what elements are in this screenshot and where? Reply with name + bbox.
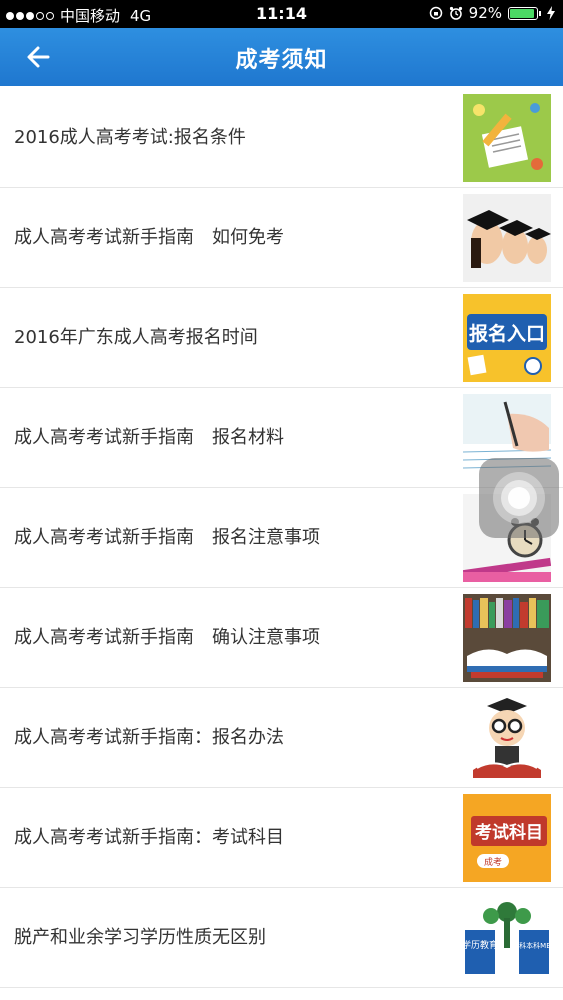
alarm-icon (449, 6, 462, 20)
charging-bolt-icon (547, 6, 555, 20)
thumb-text-left: 学历教育 (463, 939, 498, 951)
battery-percent: 92% (468, 4, 502, 22)
status-bar: 中国移动 4G 11:14 92% (0, 0, 563, 28)
article-title: 成人高考考试新手指南 确认注意事项 (14, 627, 320, 648)
thumb-text-right: 专科本科MBA (512, 941, 551, 950)
article-title: 成人高考考试新手指南 如何免考 (14, 227, 284, 248)
list-item[interactable]: 成人高考考试新手指南 确认注意事项 (0, 588, 563, 688)
list-item[interactable]: 成人高考考试新手指南：考试科目 考试科目 成考 (0, 788, 563, 888)
list-item[interactable]: 成人高考考试新手指南：报名办法 (0, 688, 563, 788)
thumb-text: 报名入口 (469, 322, 545, 345)
article-title: 成人高考考试新手指南：考试科目 (14, 827, 284, 848)
title-bar: 成考须知 (0, 28, 563, 86)
page-title: 成考须知 (235, 48, 328, 73)
registration-entrance-icon: 报名入口 (463, 294, 551, 382)
article-title: 2016成人高考考试:报名条件 (14, 127, 246, 148)
exam-subjects-icon: 考试科目 成考 (463, 794, 551, 882)
assistive-touch-button[interactable] (479, 458, 559, 538)
list-item[interactable]: 成人高考考试新手指南 如何免考 (0, 188, 563, 288)
battery-icon (508, 6, 538, 20)
article-title: 2016年广东成人高考报名时间 (14, 327, 258, 348)
article-title: 成人高考考试新手指南 报名材料 (14, 427, 284, 448)
education-tree-icon: 学历教育 专科本科MBA (463, 894, 551, 982)
article-title: 成人高考考试新手指南：报名办法 (14, 727, 284, 748)
thumb-subtext: 成考 (484, 856, 502, 868)
article-list: 2016成人高考考试:报名条件 成人高考考试新手指南 如何免考 2016年广东成… (0, 88, 563, 988)
bookshelf-icon (463, 594, 551, 682)
article-title: 成人高考考试新手指南 报名注意事项 (14, 527, 320, 548)
list-item[interactable]: 2016年广东成人高考报名时间 报名入口 (0, 288, 563, 388)
list-item[interactable]: 脱产和业余学习学历性质无区别 学历教育 专科本科MBA (0, 888, 563, 988)
thumb-text: 考试科目 (474, 822, 543, 843)
scholar-cartoon-icon (463, 694, 551, 782)
article-title: 脱产和业余学习学历性质无区别 (14, 927, 266, 948)
list-item[interactable]: 2016成人高考考试:报名条件 (0, 88, 563, 188)
graduates-caps-icon (463, 194, 551, 282)
rotation-lock-icon (429, 6, 442, 20)
status-right: 92% (429, 4, 555, 22)
exam-paper-pencil-icon (463, 94, 551, 182)
